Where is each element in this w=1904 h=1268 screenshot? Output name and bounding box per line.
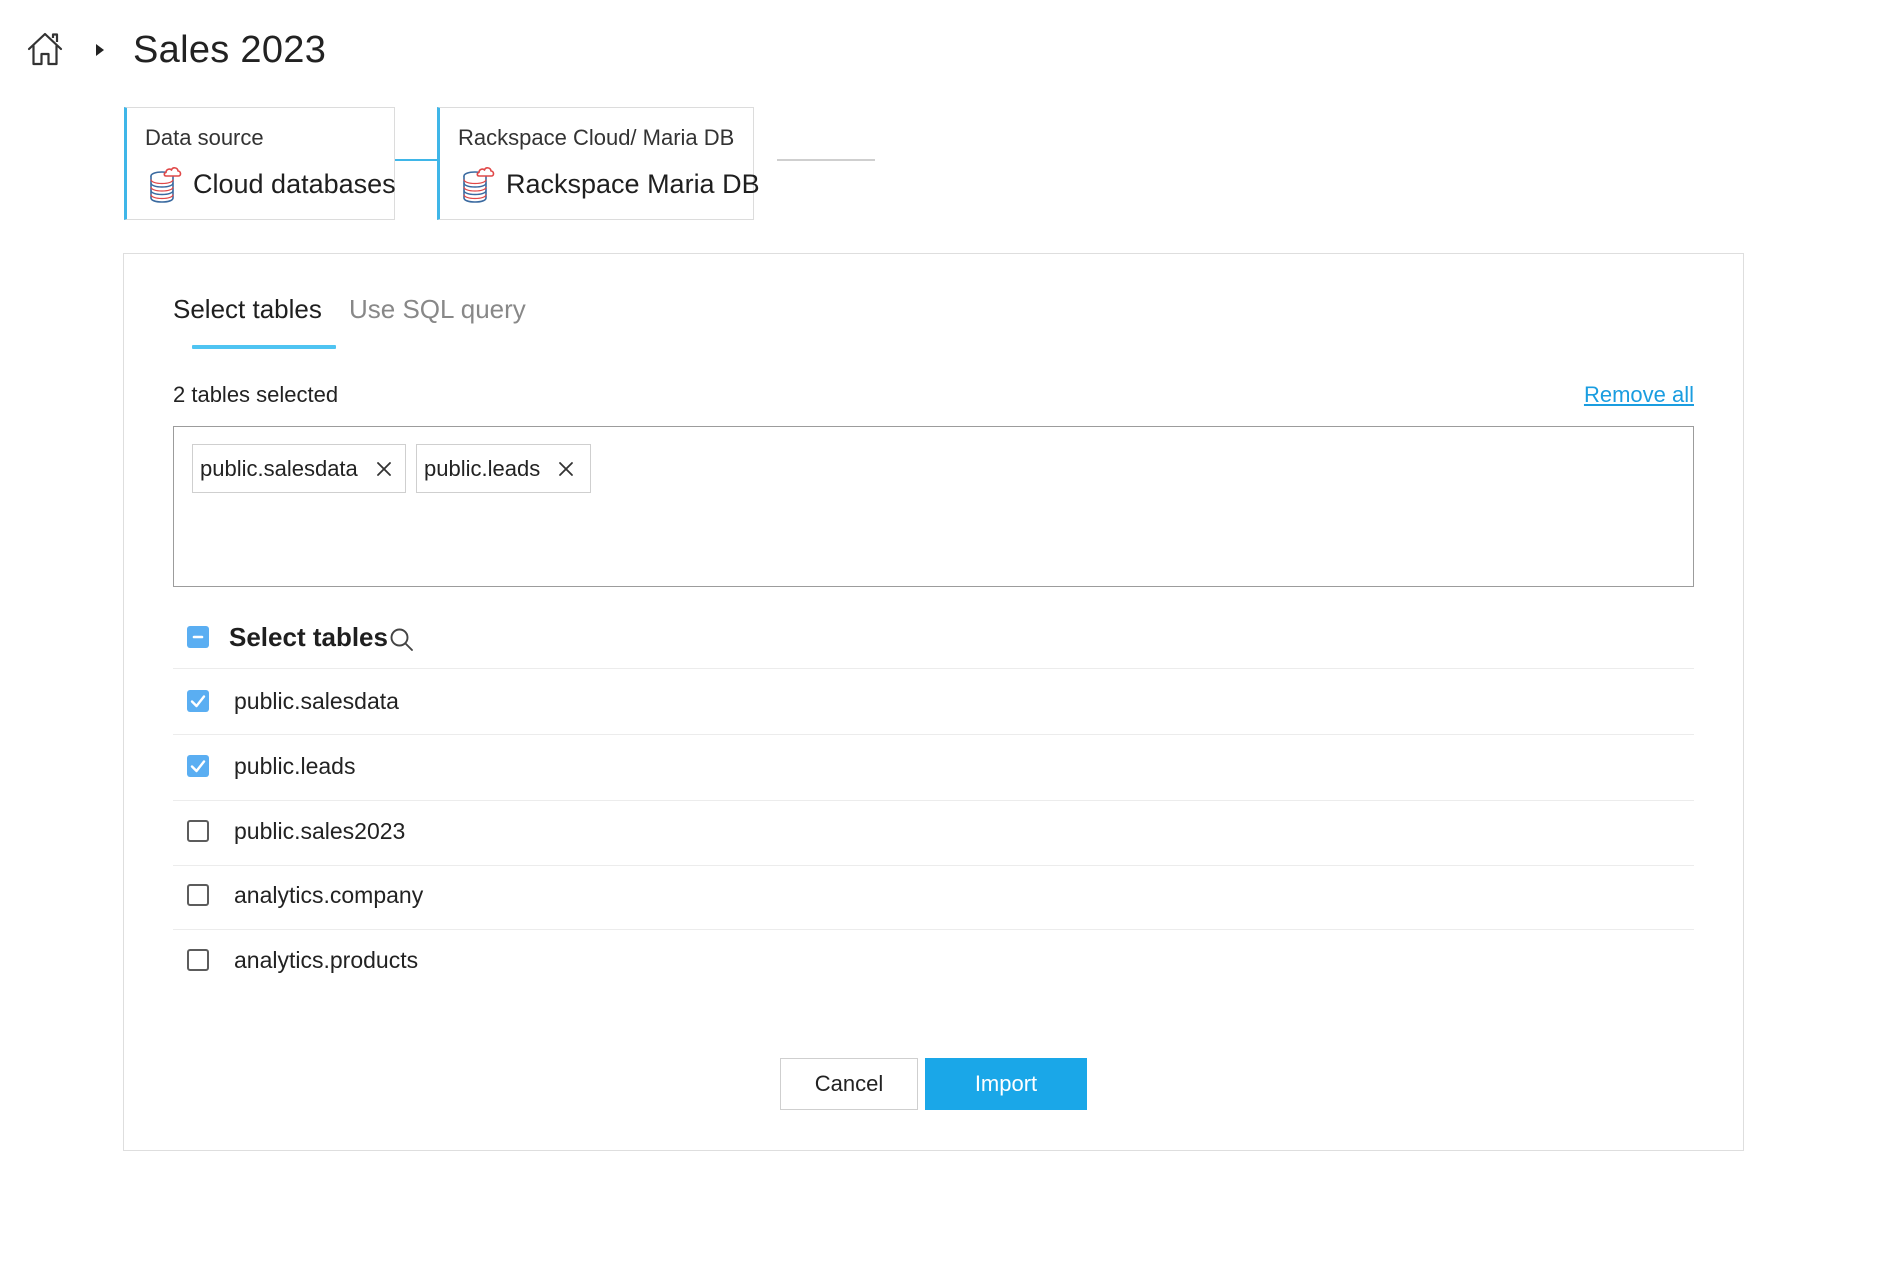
select-all-checkbox[interactable]	[187, 626, 209, 648]
step-connector-pending	[777, 159, 875, 161]
step-value: Cloud databases	[193, 168, 396, 199]
table-row-checkbox[interactable]	[187, 820, 209, 842]
active-tab-indicator	[192, 345, 336, 349]
home-icon[interactable]	[26, 30, 64, 68]
step-card-data-source[interactable]: Data source Cloud databases	[124, 107, 396, 220]
table-row-checkbox[interactable]	[187, 949, 209, 971]
chip-label: public.salesdata	[200, 455, 358, 481]
cloud-database-icon	[150, 167, 182, 203]
table-row-checkbox[interactable]	[187, 884, 209, 906]
selected-table-chip: public.salesdata	[192, 444, 406, 493]
remove-all-link[interactable]: Remove all	[1584, 381, 1694, 409]
divider	[173, 668, 1694, 669]
table-row-name: analytics.company	[234, 882, 424, 908]
cloud-database-icon	[463, 167, 495, 203]
table-row-name: analytics.products	[234, 947, 419, 973]
divider	[173, 929, 1694, 930]
selected-count: 2 tables selected	[173, 382, 339, 407]
import-button[interactable]: Import	[925, 1058, 1087, 1110]
table-row-checkbox[interactable]	[187, 755, 209, 777]
close-icon[interactable]	[558, 461, 574, 477]
caret-right-icon	[96, 44, 104, 56]
table-row-name: public.sales2023	[234, 818, 406, 844]
table-row-name: public.salesdata	[234, 688, 399, 714]
cancel-button[interactable]: Cancel	[780, 1058, 918, 1110]
divider	[173, 865, 1694, 866]
step-label: Rackspace Cloud/ Maria DB	[458, 125, 735, 150]
selected-table-chip: public.leads	[416, 444, 591, 493]
step-label: Data source	[145, 125, 264, 150]
close-icon[interactable]	[376, 461, 392, 477]
search-icon[interactable]	[389, 627, 414, 652]
page-title: Sales 2023	[133, 29, 327, 71]
table-row-checkbox[interactable]	[187, 690, 209, 712]
chip-label: public.leads	[424, 455, 541, 481]
step-connector	[395, 159, 437, 161]
tab-use-sql-query[interactable]: Use SQL query	[349, 292, 526, 326]
step-card-connection[interactable]: Rackspace Cloud/ Maria DB Rackspace Mari…	[437, 107, 760, 220]
table-list-header: Select tables	[229, 622, 388, 652]
divider	[173, 800, 1694, 801]
divider	[173, 734, 1694, 735]
tab-select-tables[interactable]: Select tables	[173, 292, 322, 326]
step-value: Rackspace Maria DB	[506, 168, 760, 199]
table-row-name: public.leads	[234, 753, 356, 779]
